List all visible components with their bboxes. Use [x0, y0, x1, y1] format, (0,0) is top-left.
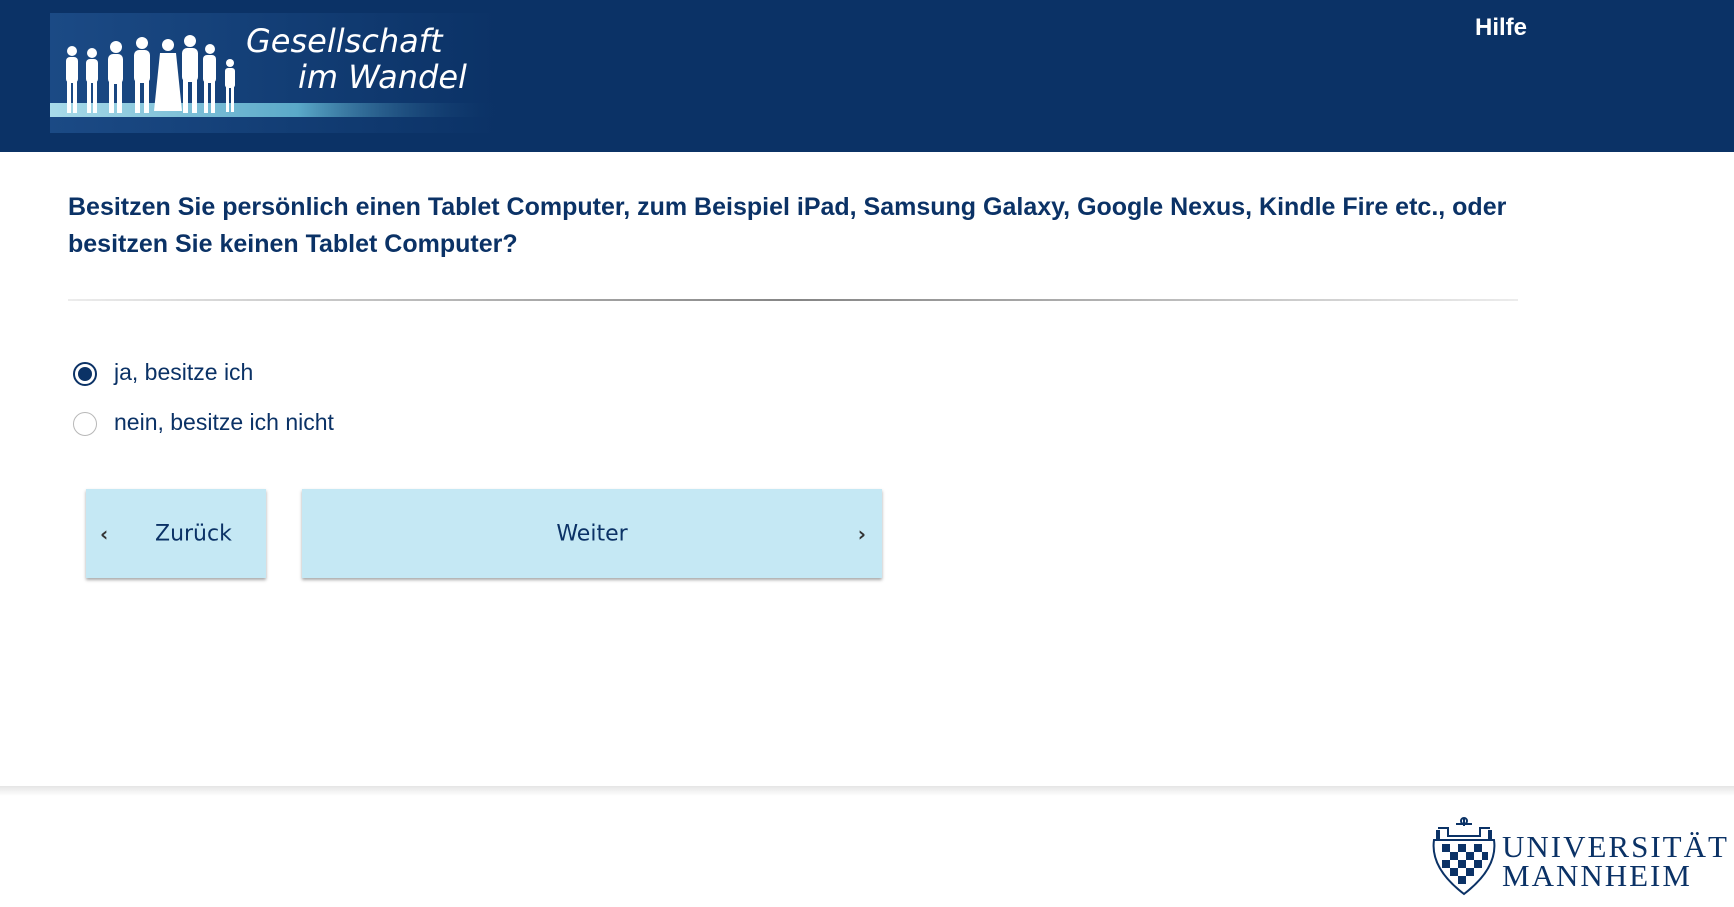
- university-crest-icon: [1432, 817, 1496, 896]
- back-button-label: Zurück: [155, 521, 232, 546]
- back-button[interactable]: ‹ Zurück: [86, 489, 266, 578]
- chevron-right-icon: ›: [857, 521, 866, 546]
- universitaet-mannheim-logo: UNIVERSITÄT MANNHEIM: [1422, 812, 1727, 900]
- logo-line-1: Gesellschaft: [246, 22, 443, 60]
- logo-line-2: im Wandel: [298, 58, 467, 96]
- logo-text: Gesellschaft im Wandel: [246, 23, 467, 95]
- university-name-line-1: UNIVERSITÄT: [1502, 829, 1729, 864]
- footer-divider: [0, 786, 1734, 796]
- gesellschaft-im-wandel-logo: Gesellschaft im Wandel: [50, 13, 500, 133]
- option-no-label[interactable]: nein, besitze ich nicht: [114, 409, 334, 436]
- divider: [68, 299, 1518, 301]
- next-button[interactable]: Weiter ›: [302, 489, 882, 578]
- option-yes-label[interactable]: ja, besitze ich: [114, 359, 253, 386]
- next-button-label: Weiter: [556, 521, 628, 546]
- university-name: UNIVERSITÄT MANNHEIM: [1502, 829, 1729, 893]
- question-text: Besitzen Sie persönlich einen Tablet Com…: [68, 193, 1507, 258]
- site-header: Gesellschaft im Wandel Hilfe: [0, 0, 1734, 152]
- help-link[interactable]: Hilfe: [1475, 14, 1527, 42]
- radio-yes[interactable]: [73, 362, 97, 386]
- university-name-line-2: MANNHEIM: [1502, 858, 1692, 893]
- chevron-left-icon: ‹: [100, 521, 109, 546]
- radio-no[interactable]: [73, 412, 97, 436]
